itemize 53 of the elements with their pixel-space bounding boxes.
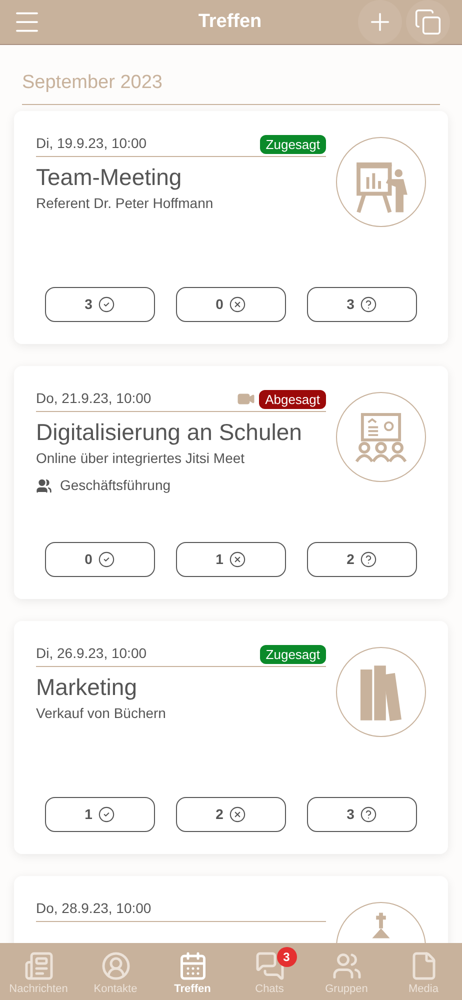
meeting-date: Di, 19.9.23, 10:00 [36, 134, 147, 152]
maybe-count-icon [360, 806, 378, 822]
copy-icon [414, 8, 442, 36]
accept-count-button[interactable]: 1 [45, 796, 155, 832]
meeting-card[interactable]: Do, 28.9.23, 10:00 [14, 876, 448, 943]
status-badge: Zugesagt [260, 134, 326, 154]
decline-count-icon [229, 296, 246, 312]
accept-count-icon [98, 550, 116, 568]
books-drawing [360, 665, 402, 721]
group-icon [36, 478, 52, 494]
meeting-date: Di, 26.9.23, 10:00 [36, 644, 147, 662]
meeting-subtitle: Verkauf von Büchern [36, 704, 167, 724]
nav-tab[interactable]: 3 Chats [231, 943, 308, 1000]
maybe-count-icon [360, 296, 378, 312]
church-drawing [372, 910, 390, 938]
meeting-card[interactable]: Di, 26.9.23, 10:00 Zugesagt Marketing Verkauf von Büchern 1 2 3 [14, 620, 448, 854]
news-icon [24, 950, 54, 980]
accept-count-icon [98, 806, 116, 822]
decline-count-button[interactable]: 1 [176, 542, 286, 576]
meeting-card[interactable]: Do, 21.9.23, 10:00 Abgesagt Digitalisierung an Schulen Online über integriertes Jitsi Meet Geschäftsführung 0 1 2 [14, 366, 448, 598]
meeting-title: Digitalisierung an Schulen [36, 418, 303, 446]
maybe-count-button[interactable]: 3 [307, 286, 417, 322]
unread-badge: 3 [276, 946, 296, 966]
calendar-icon [178, 950, 208, 980]
meeting-group: Geschäftsführung [60, 475, 171, 496]
meeting-drawing [355, 412, 407, 462]
month-heading: September 2023 [22, 72, 162, 93]
chats-icon [254, 950, 284, 980]
decline-count-icon [229, 550, 246, 568]
maybe-count-button[interactable]: 2 [307, 542, 417, 576]
meeting-subtitle: Online über integriertes Jitsi Meet [36, 449, 246, 468]
add-button[interactable] [358, 0, 402, 44]
maybe-count-button[interactable]: 3 [307, 796, 417, 832]
groups-icon [332, 950, 362, 980]
decline-count-button[interactable]: 2 [176, 796, 286, 832]
meeting-title: Marketing [36, 672, 138, 702]
meeting-subtitle: Referent Dr. Peter Hoffmann [36, 194, 214, 214]
presentation-drawing [356, 162, 408, 214]
meeting-card[interactable]: Di, 19.9.23, 10:00 Zugesagt Team-Meeting Referent Dr. Peter Hoffmann 3 0 3 [14, 110, 448, 344]
contact-icon [100, 950, 130, 980]
decline-count-button[interactable]: 0 [176, 286, 286, 322]
accept-count-button[interactable]: 3 [45, 286, 155, 322]
decline-count-icon [229, 806, 246, 822]
page-title: Treffen [198, 10, 262, 34]
maybe-count-icon [360, 550, 378, 568]
meeting-date: Do, 21.9.23, 10:00 [36, 388, 152, 408]
copy-button[interactable] [406, 0, 450, 44]
accept-count-button[interactable]: 0 [45, 542, 155, 576]
meeting-date: Do, 28.9.23, 10:00 [36, 898, 152, 918]
status-badge: Abgesagt [259, 390, 326, 408]
meeting-title: Team-Meeting [36, 162, 183, 192]
status-badge: Zugesagt [260, 644, 326, 664]
accept-count-icon [98, 296, 116, 312]
